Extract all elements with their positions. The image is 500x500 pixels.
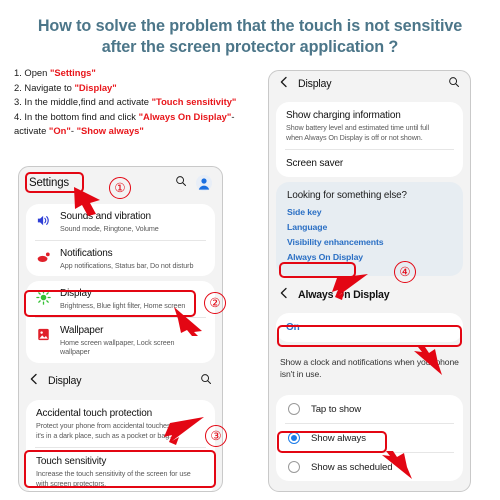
page-title-line2: after the screen protector application ? [101,38,399,56]
link-side-key[interactable]: Side key [287,207,452,217]
display-item-accidental-touch-protection[interactable]: Accidental touch protection Protect your… [26,400,215,447]
display-charging-group: Show charging information Show battery l… [276,102,463,178]
charging-subtitle: Show battery level and estimated time un… [286,123,430,142]
step-4b-text: activate [14,125,49,137]
step-2-text: 2. Navigate to [14,81,75,93]
back-chevron-icon[interactable] [279,75,289,93]
settings-item-title: Display [60,288,92,300]
volume-icon [35,212,52,229]
page-title-line1: How to solve the problem that the touch … [37,17,463,35]
looking-heading: Looking for something else? [287,190,407,202]
settings-group-display-wallpaper: Display Brightness, Blue light filter, H… [26,281,215,363]
settings-item-subtitle: Home screen wallpaper, Lock screen wallp… [60,337,175,357]
radio-selected-icon[interactable] [288,432,300,445]
step-1: 1. Open "Settings" [14,66,262,81]
aod-option-show-always[interactable]: Show always [276,424,463,452]
display-subheader-title: Display [298,78,332,90]
step-3-text: 3. In the middle,find and activate [14,96,152,108]
step-1-highlight: "Settings" [49,67,96,78]
aod-option-label: Show always [311,432,366,444]
step-3-highlight: "Touch sensitivity" [151,96,237,108]
step-4: 4. In the bottom find and click "Always … [14,110,262,125]
aod-option-show-as-scheduled[interactable]: Show as scheduled [276,453,463,481]
looking-for-something-else-card: Looking for something else? Side key Lan… [276,182,463,277]
account-avatar-icon[interactable] [196,175,212,191]
aod-description: Show a clock and notifications when your… [280,357,459,380]
step-1-text: 1. Open [14,67,50,78]
tutorial-page: How to solve the problem that the touch … [0,0,500,500]
settings-title: Settings [29,177,69,189]
page-title: How to solve the problem that the touch … [0,16,500,58]
notifications-icon [35,249,52,266]
display-item-touch-sensitivity[interactable]: Touch sensitivity Increase the touch sen… [26,448,215,491]
search-icon[interactable] [200,372,212,390]
settings-item-subtitle: App notifications, Status bar, Do not di… [60,260,194,270]
settings-item-wallpaper[interactable]: Wallpaper Home screen wallpaper, Lock sc… [26,318,215,363]
settings-item-notifications[interactable]: Notifications App notifications, Status … [26,241,215,277]
back-chevron-icon[interactable] [279,286,289,304]
display-subheader: Display [19,368,222,395]
display-subheader-title: Display [48,375,82,388]
step-3: 3. In the middle,find and activate "Touc… [14,95,262,110]
instruction-steps: 1. Open "Settings" 2. Navigate to "Displ… [14,66,262,139]
step-4b-highlight-showalways: "Show always" [76,125,144,137]
display-item-title: Touch sensitivity [36,456,107,468]
aod-option-label: Tap to show [311,403,362,415]
left-phone-screenshot: Settings Sounds and vibration Sound mode… [18,166,223,492]
link-visibility-enhancements[interactable]: Visibility enhancements [287,237,452,247]
wallpaper-icon [35,326,52,343]
settings-item-title: Sounds and vibration [60,211,151,222]
settings-item-title: Wallpaper [60,324,104,336]
settings-header: Settings [19,167,222,199]
always-on-display-subheader: Always On Display [269,281,470,308]
brightness-icon [35,289,52,306]
always-on-display-title: Always On Display [298,288,390,301]
aod-on-label: On [286,322,300,334]
always-on-display-toggle-card: On [276,313,463,343]
search-icon[interactable] [175,174,187,192]
link-always-on-display[interactable]: Always On Display [287,252,452,262]
aod-option-tap-to-show[interactable]: Tap to show [276,395,463,423]
settings-item-display[interactable]: Display Brightness, Blue light filter, H… [26,281,215,317]
step-4-tail: - [231,110,235,122]
step-4-continued: activate "On"- "Show always" [14,124,262,139]
display-subheader: Display [269,71,470,97]
back-chevron-icon[interactable] [29,372,39,390]
link-language[interactable]: Language [287,222,452,232]
radio-unselected-icon[interactable] [288,403,300,416]
settings-item-subtitle: Brightness, Blue light filter, Home scre… [60,301,186,311]
display-settings-group: Accidental touch protection Protect your… [26,399,215,491]
display-item-title: Accidental touch protection [36,407,153,419]
settings-item-title: Notifications [60,247,113,259]
display-item-subtitle: Protect your phone from accidental touch… [36,420,190,440]
charging-title: Show charging information [286,110,401,121]
settings-item-subtitle: Sound mode, Ringtone, Volume [60,224,159,233]
step-2: 2. Navigate to "Display" [14,81,262,96]
display-item-show-charging-information[interactable]: Show charging information Show battery l… [276,102,463,149]
display-item-screen-saver[interactable]: Screen saver [276,150,463,177]
aod-option-label: Show as scheduled [311,461,393,473]
radio-unselected-icon[interactable] [288,461,300,474]
step-4-highlight: "Always On Display" [138,110,232,122]
right-phone-screenshot: Display Show charging information Show b… [268,70,471,492]
aod-on-row[interactable]: On [276,313,463,342]
step-2-highlight: "Display" [74,81,117,93]
step-4b-highlight-on: "On" [48,125,71,137]
aod-options-group: Tap to show Show always Show as schedule… [276,395,463,482]
display-item-subtitle: Increase the touch sensitivity of the sc… [36,469,191,488]
step-4-text: 4. In the bottom find and click [14,110,139,122]
search-icon[interactable] [448,75,460,93]
settings-group-sounds-notifications: Sounds and vibration Sound mode, Rington… [26,204,215,277]
settings-item-sounds-and-vibration[interactable]: Sounds and vibration Sound mode, Rington… [26,204,215,240]
